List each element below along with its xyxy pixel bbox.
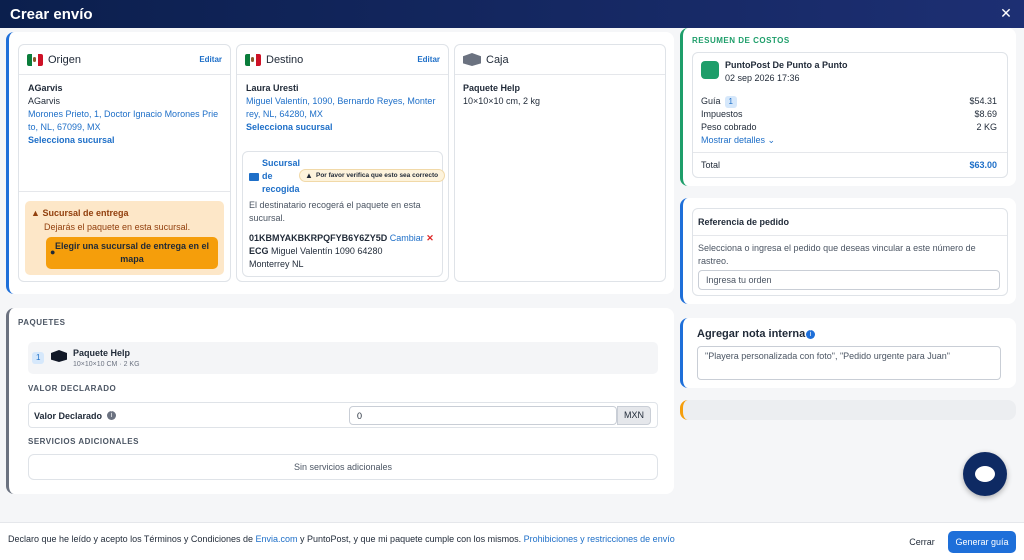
box-icon (51, 350, 67, 362)
pickup-branch-title-l2: de (262, 171, 273, 181)
modal-header: Crear envío ✕ (0, 0, 1024, 28)
origin-edit-link[interactable]: Editar (199, 55, 222, 64)
declared-value-input[interactable]: 0 (349, 406, 617, 425)
show-details-link[interactable]: Mostrar detalles ⌄ (701, 134, 997, 147)
warning-icon: ▲ (31, 208, 40, 218)
total-label: Total (701, 160, 721, 170)
origin-name: AGarvis (28, 96, 61, 106)
guide-value: $54.31 (969, 96, 997, 106)
declared-value-label: Valor Declarado (34, 411, 103, 421)
declared-value-row: Valor Declarado i 0 MXN (28, 402, 658, 428)
tax-label: Impuestos (701, 109, 743, 119)
verify-tooltip: Por favor verifica que esto sea correcto (299, 169, 446, 182)
box-label: Caja (486, 53, 509, 66)
origin-address-line1: Morones Prieto, 1, Doctor Ignacio Morone… (28, 109, 219, 119)
origin-label: Origen (48, 53, 82, 66)
tax-value: $8.69 (974, 109, 997, 119)
box-card-header: Caja (455, 45, 665, 75)
branch-address-l2: Monterrey NL (249, 259, 304, 269)
order-reference-input[interactable]: Ingresa tu orden (698, 270, 1000, 290)
destination-edit-link[interactable]: Editar (417, 55, 440, 64)
prohibitions-link[interactable]: Prohibiciones y restricciones de envío (524, 534, 675, 544)
origin-select-branch-link[interactable]: Selecciona sucursal (28, 134, 228, 147)
box-package-name: Paquete Help (463, 83, 521, 93)
package-item: 1 Paquete Help 10×10×10 CM · 2 KG (28, 342, 658, 374)
mexico-flag-icon (27, 53, 43, 66)
order-reference-desc-l2: rastreo. (698, 256, 729, 266)
pickup-branch-card: Sucursal de recogida Por favor verifica … (242, 151, 446, 277)
additional-services-heading: SERVICIOS ADICIONALES (28, 437, 139, 446)
origin-card-header: Origen Editar (19, 45, 230, 75)
package-index-badge: 1 (32, 352, 45, 364)
modal-title: Crear envío (10, 5, 93, 23)
generate-guide-button[interactable]: Generar guía (948, 531, 1016, 553)
choose-delivery-branch-button[interactable]: ● Elegir una sucursal de entrega en el m… (46, 237, 218, 269)
destination-address-line1: Miguel Valentín, 1090, Bernardo Reyes, M… (246, 96, 436, 106)
delivery-branch-title: Sucursal de entrega (42, 208, 129, 218)
map-pin-icon: ● (50, 247, 56, 257)
pickup-desc-l1: El destinatario recogerá el paquete en e… (249, 200, 421, 210)
close-button[interactable]: Cerrar (900, 532, 944, 552)
destination-name: Laura Uresti (246, 83, 299, 93)
terms-text: Declaro que he leído y acepto los Términ… (8, 534, 675, 544)
close-icon[interactable]: ✕ (998, 5, 1014, 21)
cost-summary-heading: RESUMEN DE COSTOS (692, 36, 790, 45)
order-reference-desc-l1: Selecciona o ingresa el pedido que desea… (698, 243, 976, 253)
carrier-name: PuntoPost De Punto a Punto (725, 60, 848, 70)
pickup-branch-title-l1: Sucursal (262, 158, 301, 168)
branch-address-l1: Miguel Valentín 1090 64280 (271, 246, 383, 256)
package-item-dims: 10×10×10 CM · 2 KG (73, 361, 140, 368)
carrier-date: 02 sep 2026 17:36 (725, 73, 800, 83)
destination-card: Destino Editar Laura Uresti Miguel Valen… (236, 44, 449, 282)
modal-footer: Declaro que he leído y acepto los Términ… (0, 522, 1024, 560)
internal-note-title: Agregar nota interna (697, 328, 806, 340)
order-reference-card: Referencia de pedido Selecciona o ingres… (692, 208, 1008, 296)
origin-address-line2: to, NL, 67099, MX (28, 122, 101, 132)
branch-name: ECG (249, 246, 269, 256)
destination-card-header: Destino Editar (237, 45, 448, 75)
envia-link[interactable]: Envia.com (255, 534, 297, 544)
packages-heading: PAQUETES (18, 318, 66, 327)
store-icon (249, 173, 259, 181)
currency-label: MXN (617, 406, 651, 425)
destination-select-branch-link[interactable]: Selecciona sucursal (246, 121, 446, 134)
internal-note-textarea[interactable]: "Playera personalizada con foto", "Pedid… (697, 346, 1001, 380)
carrier-logo (701, 61, 719, 79)
order-reference-title: Referencia de pedido (698, 217, 790, 227)
box-card: Caja Paquete Help 10×10×10 cm, 2 kg (454, 44, 666, 282)
info-icon: i (107, 411, 116, 420)
loading-placeholder (680, 400, 1016, 420)
chat-button[interactable] (963, 452, 1007, 496)
total-value: $63.00 (969, 160, 997, 170)
destination-address-line2: rey, NL, 64280, MX (246, 109, 323, 119)
guide-count-badge: 1 (724, 96, 737, 108)
delivery-branch-text: Dejarás el paquete en esta sucursal. (44, 222, 191, 232)
declared-value-heading: VALOR DECLARADO (28, 384, 117, 393)
info-icon: i (806, 330, 815, 339)
pickup-branch-title-l3: recogida (262, 184, 300, 194)
chat-bubble-icon (975, 466, 995, 482)
branch-code: 01KBMYAKBKRPQFYB6Y6ZY5D (249, 233, 388, 243)
chevron-down-icon: ⌄ (767, 135, 776, 145)
change-branch-link[interactable]: Cambiar (390, 233, 424, 243)
destination-label: Destino (266, 53, 304, 66)
choose-delivery-branch-label-l2: mapa (120, 254, 144, 264)
remove-branch-icon[interactable]: ✕ (426, 233, 434, 243)
box-icon (463, 53, 481, 66)
additional-services-box: Sin servicios adicionales (28, 454, 658, 480)
pickup-desc-l2: sucursal. (249, 213, 286, 223)
origin-card: Origen Editar AGarvis AGarvis Morones Pr… (18, 44, 231, 282)
carrier-card: PuntoPost De Punto a Punto 02 sep 2026 1… (692, 52, 1008, 178)
choose-delivery-branch-label-l1: Elegir una sucursal de entrega en el (54, 241, 210, 251)
weight-label: Peso cobrado (701, 122, 757, 132)
guide-label: Guía (701, 96, 721, 106)
weight-value: 2 KG (976, 122, 997, 132)
modal-content: Origen Editar AGarvis AGarvis Morones Pr… (0, 28, 1024, 522)
mexico-flag-icon (245, 53, 261, 66)
package-item-name: Paquete Help (73, 348, 131, 358)
origin-name-bold: AGarvis (28, 83, 63, 93)
box-dimensions: 10×10×10 cm, 2 kg (463, 96, 541, 106)
